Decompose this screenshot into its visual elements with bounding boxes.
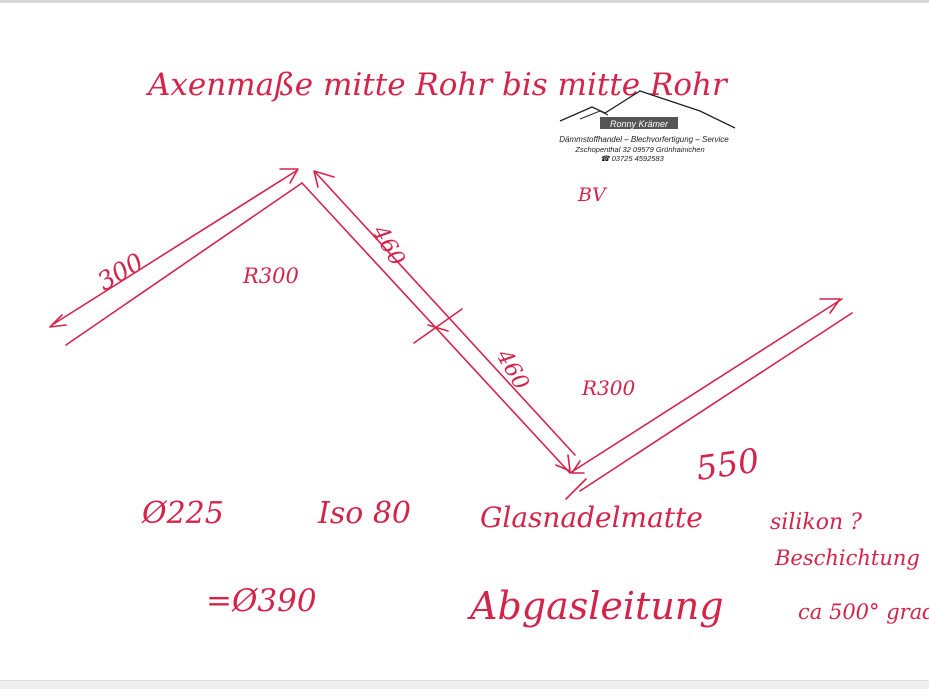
dim-seg3: 550 (694, 441, 762, 488)
note-product: Abgasleitung (467, 584, 724, 628)
pipe-seg1-line-a (51, 170, 297, 326)
midpoint-tick-a (413, 308, 463, 344)
sketch-drawing: Axenmaße mitte Rohr bis mitte Rohr Ronny… (49, 67, 929, 628)
dim-seg1: 300 (93, 247, 149, 296)
note-coating-q: silikon ? (770, 510, 862, 535)
dim-radius-left: R300 (242, 264, 299, 288)
note-outer-diameter: =Ø390 (206, 583, 317, 619)
pipe-seg2-line-b (315, 172, 576, 456)
dim-seg2a: 460 (366, 221, 409, 271)
note-material: Glasnadelmatte (480, 501, 703, 534)
viewer-bottom-bar (0, 680, 929, 689)
bv-label: BV (577, 184, 608, 206)
note-iso: Iso 80 (317, 496, 411, 531)
note-coating: Beschichtung (774, 546, 920, 570)
scanned-sketch-page: Axenmaße mitte Rohr bis mitte Rohr Ronny… (0, 0, 929, 689)
stamp-company: Ronny Krämer (610, 119, 669, 129)
dim-radius-right: R300 (581, 376, 636, 400)
stamp-phone: ☎ 03725 4592583 (600, 154, 664, 163)
title-text: Axenmaße mitte Rohr bis mitte Rohr (145, 67, 729, 103)
stamp-line1: Dämmstoffhandel – Blechvorfertigung – Se… (559, 135, 729, 144)
stamp-line2: Zschopenthal 32 09579 Grünhainichen (574, 145, 704, 154)
note-diameter: Ø225 (141, 496, 224, 531)
arrow-bottom-a-icon (555, 454, 571, 472)
note-temp: ca 500° grad (798, 600, 929, 624)
